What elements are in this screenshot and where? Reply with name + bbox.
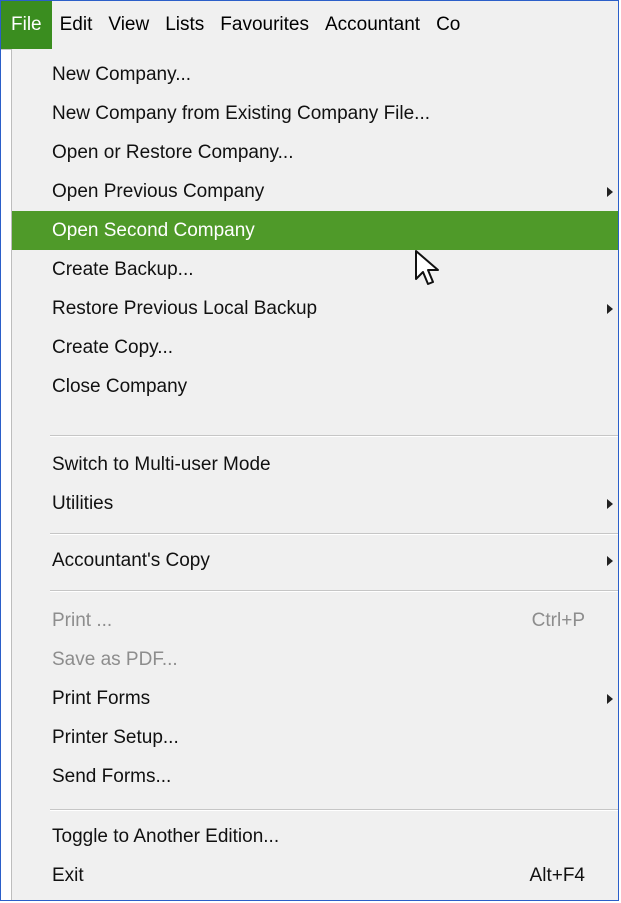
menu-item-label: Open Previous Company	[52, 181, 265, 202]
menu-item-label: Save as PDF...	[52, 649, 178, 670]
shortcut-label: Alt+F4	[529, 865, 585, 886]
menu-favourites[interactable]: Favourites	[212, 1, 317, 49]
menu-edit[interactable]: Edit	[52, 1, 101, 49]
menu-item-utilities[interactable]: Utilities	[12, 484, 618, 523]
menu-item-label: Utilities	[52, 493, 114, 514]
menu-item-exit[interactable]: Exit Alt+F4	[12, 856, 618, 895]
menu-item-print-forms[interactable]: Print Forms	[12, 679, 618, 718]
submenu-arrow-icon	[607, 187, 613, 197]
shortcut-label: Ctrl+P	[531, 610, 585, 631]
submenu-arrow-icon	[607, 556, 613, 566]
menu-item-save-as-pdf: Save as PDF...	[12, 640, 618, 679]
menu-item-restore-previous-local-backup[interactable]: Restore Previous Local Backup	[12, 289, 618, 328]
menu-item-label: Print ...	[52, 610, 113, 631]
menu-company[interactable]: Co	[428, 1, 468, 49]
menu-item-label: Create Backup...	[52, 259, 194, 280]
menu-item-label: Create Copy...	[52, 337, 174, 358]
menu-item-open-or-restore[interactable]: Open or Restore Company...	[12, 133, 618, 172]
menu-item-label: Close Company	[52, 376, 188, 397]
menu-item-label: Exit	[52, 865, 84, 886]
submenu-arrow-icon	[607, 499, 613, 509]
menu-item-label: Toggle to Another Edition...	[52, 826, 280, 847]
menu-bar: File Edit View Lists Favourites Accounta…	[1, 1, 618, 50]
menu-separator	[50, 533, 618, 535]
menu-item-close-company[interactable]: Close Company	[12, 367, 618, 406]
menu-accountant[interactable]: Accountant	[317, 1, 428, 49]
menu-item-send-forms[interactable]: Send Forms...	[12, 757, 618, 796]
menu-item-toggle-edition[interactable]: Toggle to Another Edition...	[12, 817, 618, 856]
menu-separator	[50, 809, 618, 811]
menu-file[interactable]: File	[1, 1, 52, 49]
menu-item-label: Accountant's Copy	[52, 550, 210, 571]
submenu-arrow-icon	[607, 304, 613, 314]
menu-item-open-second-company[interactable]: Open Second Company	[12, 211, 618, 250]
menu-item-label: Printer Setup...	[52, 727, 179, 748]
menu-item-create-backup[interactable]: Create Backup...	[12, 250, 618, 289]
menu-view[interactable]: View	[100, 1, 157, 49]
menu-item-label: Send Forms...	[52, 766, 172, 787]
menu-item-label: Open or Restore Company...	[52, 142, 294, 163]
menu-separator	[50, 590, 618, 592]
menu-item-printer-setup[interactable]: Printer Setup...	[12, 718, 618, 757]
menu-item-label: New Company...	[52, 64, 192, 85]
menu-item-label: Restore Previous Local Backup	[52, 298, 318, 319]
menu-item-accountants-copy[interactable]: Accountant's Copy	[12, 541, 618, 580]
menu-item-label: New Company from Existing Company File..…	[52, 103, 431, 124]
mouse-pointer-icon	[415, 250, 439, 285]
menu-item-label: Open Second Company	[52, 220, 255, 241]
menu-item-switch-to-multi-user[interactable]: Switch to Multi-user Mode	[12, 445, 618, 484]
menu-item-label: Switch to Multi-user Mode	[52, 454, 271, 475]
submenu-arrow-icon	[607, 694, 613, 704]
menu-item-new-company-from-existing[interactable]: New Company from Existing Company File..…	[12, 94, 618, 133]
file-menu-dropdown: New Company... New Company from Existing…	[11, 49, 618, 900]
menu-item-new-company[interactable]: New Company...	[12, 55, 618, 94]
menu-item-open-previous-company[interactable]: Open Previous Company	[12, 172, 618, 211]
menu-item-create-copy[interactable]: Create Copy...	[12, 328, 618, 367]
menu-lists[interactable]: Lists	[157, 1, 212, 49]
menu-item-label: Print Forms	[52, 688, 151, 709]
menu-item-print: Print ... Ctrl+P	[12, 601, 618, 640]
app-window: File Edit View Lists Favourites Accounta…	[0, 0, 619, 901]
menu-separator	[50, 435, 618, 437]
